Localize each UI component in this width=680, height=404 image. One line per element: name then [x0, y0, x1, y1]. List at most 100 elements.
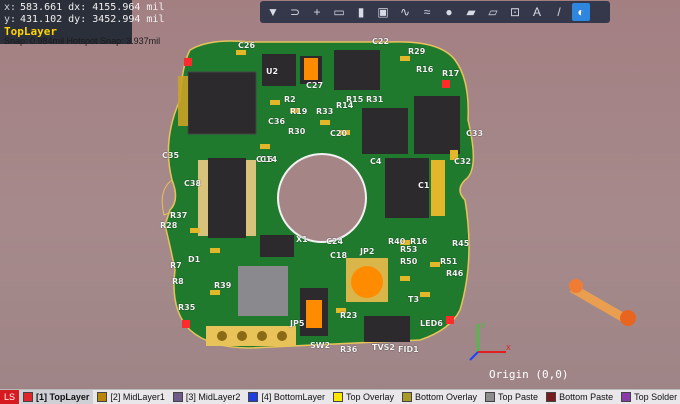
layer-tab-label: [4] BottomLayer [261, 392, 325, 402]
bar-chart-icon[interactable]: ▮ [352, 3, 370, 21]
layer-tab[interactable]: [1] TopLayer [19, 390, 94, 404]
led-right [442, 80, 450, 88]
layer-tab-label: Bottom Paste [559, 392, 614, 402]
designator-label: T3 [408, 295, 420, 304]
designator-label: R46 [446, 269, 464, 278]
layer-tab-label: [3] MidLayer2 [185, 392, 241, 402]
designator-label: X1 [296, 235, 308, 244]
ic-topleft [187, 71, 257, 135]
layer-tab[interactable]: Bottom Paste [542, 390, 617, 404]
designator-label: C18 [330, 251, 348, 260]
designator-label: R51 [440, 257, 458, 266]
layer-tab[interactable]: [2] MidLayer1 [93, 390, 169, 404]
designator-label: C35 [162, 151, 180, 160]
designator-label: C24 [326, 237, 344, 246]
dx-value: 4155.964 mil [92, 2, 165, 13]
origin-label: Origin (0,0) [489, 368, 569, 381]
designator-label: R45 [452, 239, 470, 248]
ic-right-1 [362, 108, 408, 154]
layer-tab-label: Bottom Overlay [415, 392, 478, 402]
layer-tab-label: Top Paste [498, 392, 539, 402]
ic-left-long [208, 158, 246, 238]
designator-label: R35 [178, 303, 196, 312]
axis-triad: Y X [469, 322, 511, 361]
ic-x1 [260, 235, 294, 257]
designator-label: D1 [188, 255, 201, 264]
designator-label: R39 [214, 281, 232, 290]
dy-value: 3452.994 mil [92, 14, 165, 25]
layer-color-swatch [332, 392, 343, 402]
layer-color-swatch [485, 392, 496, 402]
layer-color-swatch [172, 392, 183, 402]
region-icon[interactable]: ▱ [484, 3, 502, 21]
via-icon[interactable]: ● [440, 3, 458, 21]
orange-marker-icon [569, 279, 636, 326]
designator-label: U2 [266, 67, 279, 76]
ic-top-right-1 [334, 50, 380, 90]
route-diff-icon[interactable]: ≈ [418, 3, 436, 21]
designator-label: C32 [454, 157, 472, 166]
layer-tab[interactable]: Bottom Overlay [398, 390, 481, 404]
x-value: 583.661 [20, 2, 63, 13]
layer-tab[interactable]: Top Paste [481, 390, 542, 404]
designator-label: R36 [340, 345, 358, 354]
pcb-board[interactable]: C26 C22 R29 R17 U2 R16 C27 R2 C36 R19 R33 R14 R15 R31… [150, 30, 490, 360]
svg-text:Y: Y [480, 322, 486, 330]
led-bottomright [446, 316, 454, 324]
filter-icon[interactable]: ▼ [264, 3, 282, 21]
designator-label: LED6 [420, 319, 443, 328]
svg-text:X: X [506, 344, 511, 352]
route-single-icon[interactable]: ∿ [396, 3, 414, 21]
designator-label: C38 [184, 179, 202, 188]
designator-label: R29 [408, 47, 426, 56]
dimension-icon[interactable]: ⊡ [506, 3, 524, 21]
layer-color-swatch [546, 392, 557, 402]
designator-label: R37 [170, 211, 188, 220]
designator-label: R7 [170, 261, 182, 270]
layer-color-swatch [248, 392, 259, 402]
component-icon[interactable]: ▣ [374, 3, 392, 21]
designator-label: FID1 [398, 345, 419, 354]
designator-label: C33 [466, 129, 484, 138]
layer-tab-label: Top Solder [634, 392, 678, 402]
ic-bottom-left [238, 266, 288, 316]
layer-tab[interactable]: [3] MidLayer2 [169, 390, 245, 404]
text-icon[interactable]: A [528, 3, 546, 21]
layer-tab-bar: LS [1] TopLayer [2] MidLayer1 [3] MidLayer2… [0, 389, 680, 404]
select-rect-icon[interactable]: ▭ [330, 3, 348, 21]
designator-label: R23 [340, 311, 358, 320]
snap-info: Snap: 0.984mil Hotspot Snap: 3.937mil [4, 36, 161, 46]
layer-tab[interactable]: Top Overlay [329, 390, 398, 404]
dy-label: dy: [68, 14, 87, 25]
designator-label: C20 [330, 129, 348, 138]
designator-label: R19 [290, 107, 308, 116]
active-bar-toolbar: ▼ ⊃ + ▭ ▮ ▣ ∿ ≈ ● ▰ ▱ ⊡ A / ◐ [260, 1, 610, 23]
designator-label: R17 [442, 69, 460, 78]
polygon-icon[interactable]: ▰ [462, 3, 480, 21]
designator-label: JP5 [290, 319, 305, 328]
layer-tab-label: [1] TopLayer [36, 392, 90, 402]
layer-tab-label: [2] MidLayer1 [110, 392, 165, 402]
x-label: x: [4, 2, 17, 13]
dx-label: dx: [68, 2, 87, 13]
designator-label: C27 [306, 81, 324, 90]
designator-label: C26 [238, 41, 256, 50]
designator-label: R30 [288, 127, 306, 136]
3d-view-icon[interactable]: ◐ [572, 3, 590, 21]
route-icon[interactable]: ⊃ [286, 3, 304, 21]
layer-tab[interactable]: Top Solder [617, 390, 680, 404]
designator-label: C36 [268, 117, 286, 126]
designator-label: C14 [260, 155, 278, 164]
designator-label: R31 [366, 95, 384, 104]
led-bottomleft [182, 320, 190, 328]
line-icon[interactable]: / [550, 3, 568, 21]
designator-label: JP2 [360, 247, 375, 256]
layer-tab[interactable]: [4] BottomLayer [244, 390, 329, 404]
layer-color-swatch [402, 392, 412, 402]
designator-label: R28 [160, 221, 178, 230]
layer-set-button[interactable]: LS [0, 390, 20, 404]
led-topleft [184, 58, 192, 66]
crosshair-icon[interactable]: + [308, 3, 326, 21]
layer-color-swatch [621, 392, 632, 402]
designator-label: TVS2 [372, 343, 395, 352]
